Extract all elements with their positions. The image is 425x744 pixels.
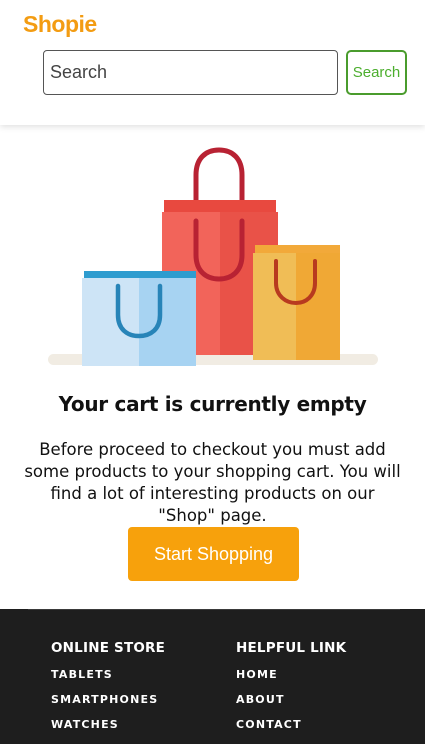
footer-link-home[interactable]: HOME (236, 669, 346, 694)
footer-helpful-link: HELPFUL LINK HOME ABOUT CONTACT (236, 640, 346, 744)
footer-heading-online-store: ONLINE STORE (51, 640, 166, 656)
footer-online-store: ONLINE STORE TABLETS SMARTPHONES WATCHES (51, 640, 165, 744)
search-button[interactable]: Search (346, 50, 407, 95)
footer: ONLINE STORE TABLETS SMARTPHONES WATCHES… (0, 609, 425, 744)
empty-cart-title: Your cart is currently empty (58, 392, 367, 416)
header: Shopie Search (0, 0, 425, 125)
logo[interactable]: Shopie (23, 11, 97, 38)
search-input[interactable] (43, 50, 338, 95)
blue-bag (82, 271, 196, 366)
footer-link-contact[interactable]: CONTACT (236, 719, 346, 744)
start-shopping-button[interactable]: Start Shopping (128, 527, 299, 581)
footer-link-tablets[interactable]: TABLETS (51, 669, 165, 694)
footer-link-watches[interactable]: WATCHES (51, 719, 165, 744)
empty-cart-description: Before proceed to checkout you must add … (24, 440, 401, 525)
shopping-bags-illustration (48, 147, 378, 366)
footer-heading-helpful-link: HELPFUL LINK (236, 640, 347, 656)
footer-link-smartphones[interactable]: SMARTPHONES (51, 694, 165, 719)
footer-divider (28, 609, 400, 610)
footer-link-about[interactable]: ABOUT (236, 694, 346, 719)
orange-bag (253, 245, 340, 360)
